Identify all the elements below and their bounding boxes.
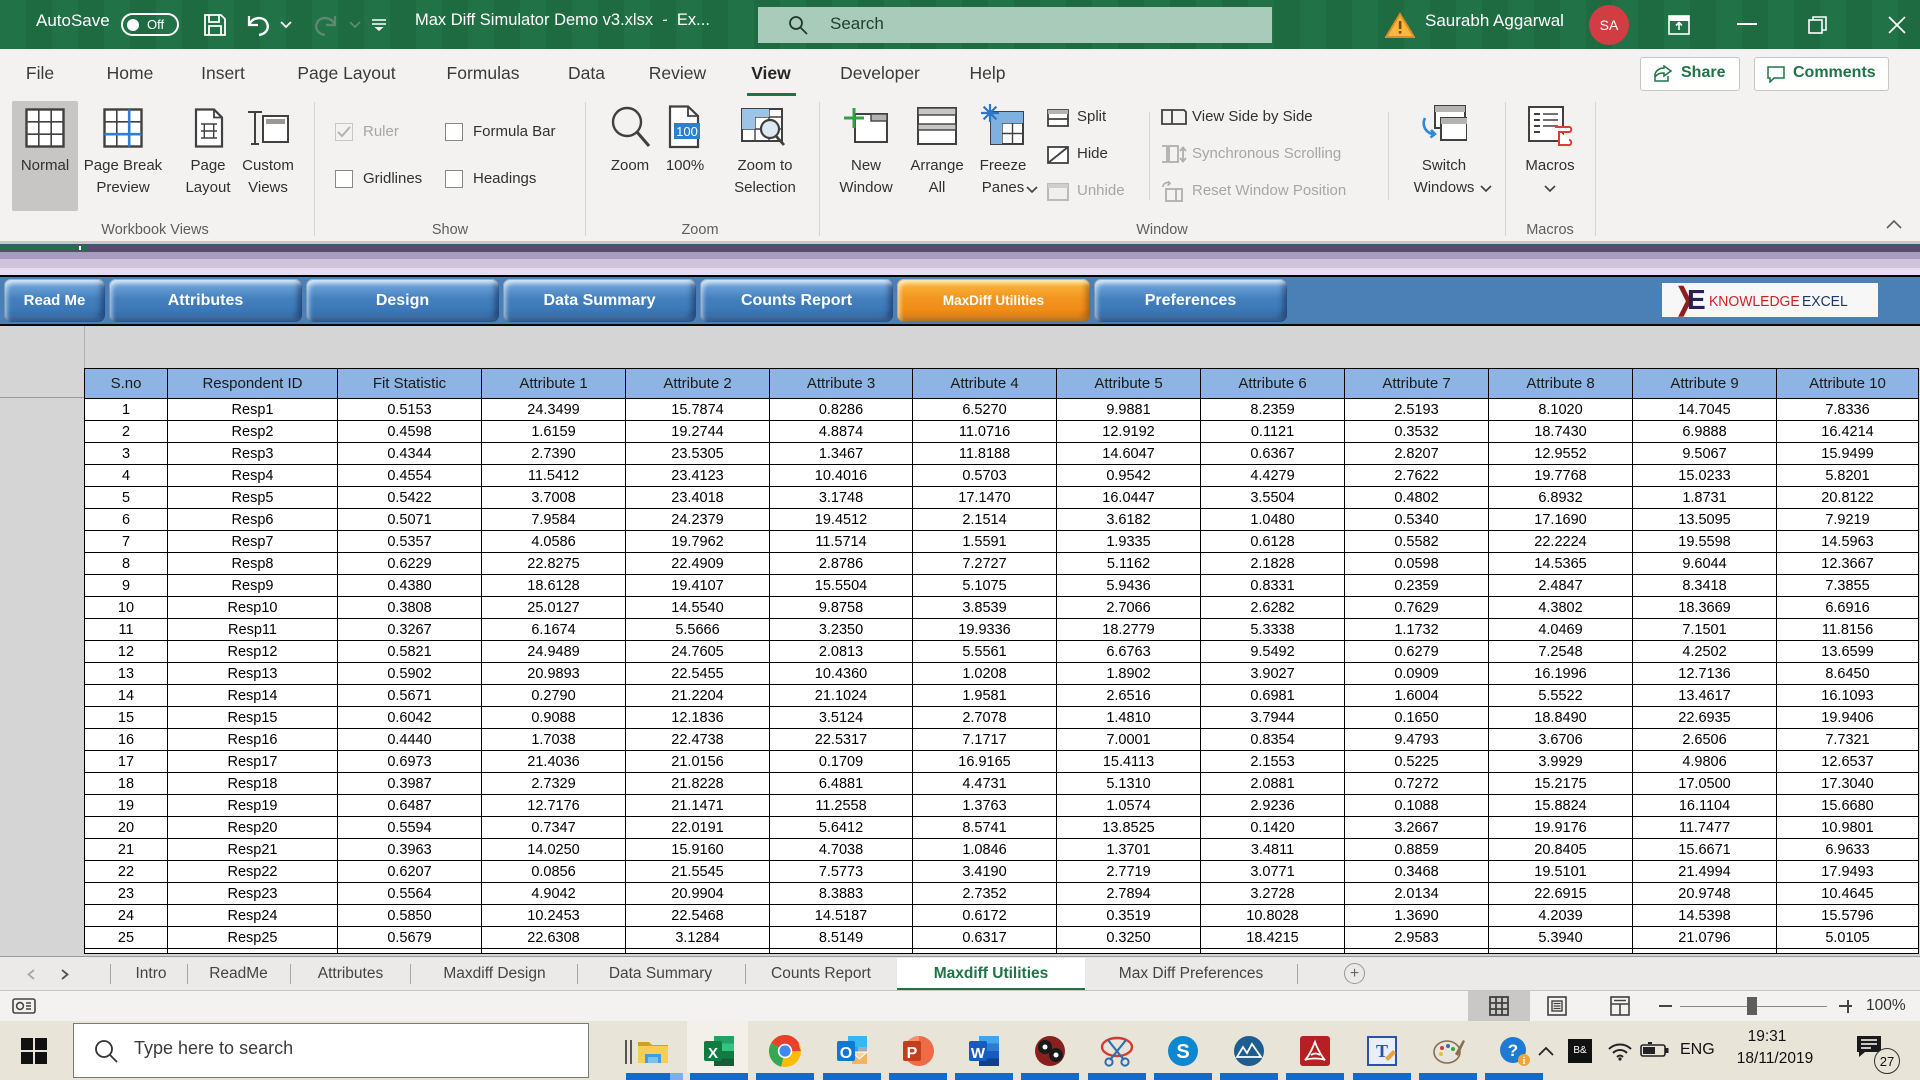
svg-text:P: P bbox=[907, 1045, 918, 1062]
svg-text:?: ? bbox=[1508, 1041, 1518, 1060]
svg-text:O: O bbox=[840, 1045, 852, 1062]
svg-text:W: W bbox=[971, 1045, 986, 1062]
svg-text:i: i bbox=[1523, 1056, 1526, 1067]
svg-text:100: 100 bbox=[676, 124, 698, 139]
svg-text:S: S bbox=[1176, 1041, 1189, 1063]
svg-text:X: X bbox=[708, 1045, 718, 1062]
